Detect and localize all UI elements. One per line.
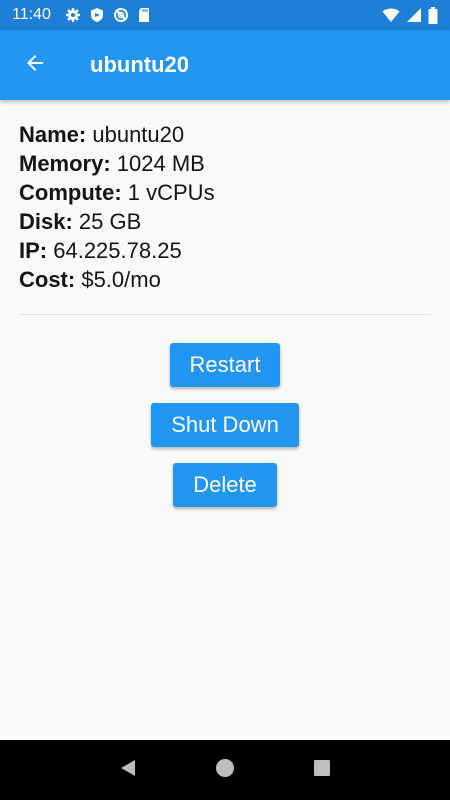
main-content: Name: ubuntu20 Memory: 1024 MB Compute: …	[0, 100, 450, 740]
detail-disk: Disk: 25 GB	[19, 207, 431, 236]
nav-home-button[interactable]	[205, 750, 245, 790]
detail-compute-key: Compute:	[19, 180, 122, 205]
shield-icon	[89, 7, 105, 23]
detail-cost: Cost: $5.0/mo	[19, 265, 431, 294]
wifi-icon	[382, 7, 400, 23]
detail-compute-value: 1 vCPUs	[121, 180, 215, 205]
status-system-icons	[382, 6, 438, 24]
detail-cost-value: $5.0/mo	[75, 267, 161, 292]
back-button[interactable]	[0, 30, 70, 100]
detail-memory-key: Memory:	[19, 151, 111, 176]
detail-name-key: Name:	[19, 122, 87, 147]
back-triangle-icon	[118, 758, 138, 783]
detail-name: Name: ubuntu20	[19, 120, 431, 149]
detail-memory-value: 1024 MB	[110, 151, 205, 176]
status-notification-icons	[65, 7, 151, 23]
detail-compute: Compute: 1 vCPUs	[19, 178, 431, 207]
recents-square-icon	[312, 758, 332, 783]
app-bar: ubuntu20	[0, 30, 450, 100]
detail-ip: IP: 64.225.78.25	[19, 236, 431, 265]
battery-icon	[428, 6, 438, 24]
page-title: ubuntu20	[90, 52, 189, 77]
detail-disk-key: Disk:	[19, 209, 73, 234]
nav-back-button[interactable]	[108, 750, 148, 790]
home-circle-icon	[215, 758, 235, 783]
divider	[19, 314, 431, 315]
detail-disk-value: 25 GB	[72, 209, 142, 234]
no-disturb-icon	[113, 7, 129, 23]
action-buttons: Restart Shut Down Delete	[0, 343, 450, 507]
shut-down-button[interactable]: Shut Down	[151, 403, 299, 447]
cell-signal-icon	[406, 7, 422, 23]
sd-card-icon	[137, 7, 151, 23]
detail-ip-value: 64.225.78.25	[47, 238, 182, 263]
detail-cost-key: Cost:	[19, 267, 76, 292]
delete-button[interactable]: Delete	[173, 463, 277, 507]
restart-button[interactable]: Restart	[169, 343, 281, 387]
status-time: 11:40	[12, 6, 51, 23]
detail-memory: Memory: 1024 MB	[19, 149, 431, 178]
settings-gear-icon	[65, 7, 81, 23]
detail-ip-key: IP:	[19, 238, 48, 263]
detail-name-value: ubuntu20	[86, 122, 185, 147]
status-bar: 11:40	[0, 0, 450, 30]
system-nav-bar	[0, 740, 450, 800]
arrow-back-icon	[23, 51, 47, 80]
server-details: Name: ubuntu20 Memory: 1024 MB Compute: …	[0, 100, 450, 294]
nav-recents-button[interactable]	[302, 750, 342, 790]
